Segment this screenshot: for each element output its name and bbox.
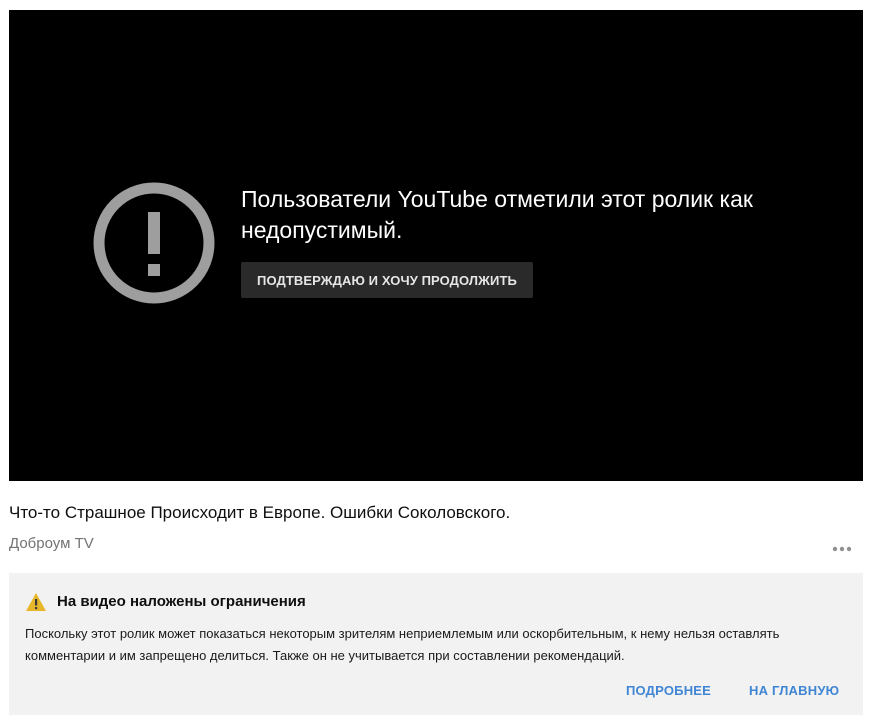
video-title: Что-то Страшное Происходит в Европе. Оши… <box>9 503 511 522</box>
go-home-link[interactable]: НА ГЛАВНУЮ <box>749 683 839 698</box>
video-player[interactable]: Пользователи YouTube отметили этот ролик… <box>9 10 863 481</box>
restriction-notice: На видео наложены ограничения Поскольку … <box>9 573 863 715</box>
channel-name[interactable]: Доброум TV <box>9 535 94 552</box>
restriction-title: На видео наложены ограничения <box>57 593 306 610</box>
learn-more-link[interactable]: ПОДРОБНЕЕ <box>626 683 711 698</box>
confirm-continue-button[interactable]: ПОДТВЕРЖДАЮ И ХОЧУ ПРОДОЛЖИТЬ <box>241 262 533 298</box>
caution-triangle-icon <box>26 593 46 611</box>
restriction-description: Поскольку этот ролик может показаться не… <box>25 626 780 663</box>
exclamation-circle-icon <box>93 182 215 304</box>
more-horizontal-icon[interactable] <box>831 544 853 554</box>
content-warning-message: Пользователи YouTube отметили этот ролик… <box>241 186 753 243</box>
